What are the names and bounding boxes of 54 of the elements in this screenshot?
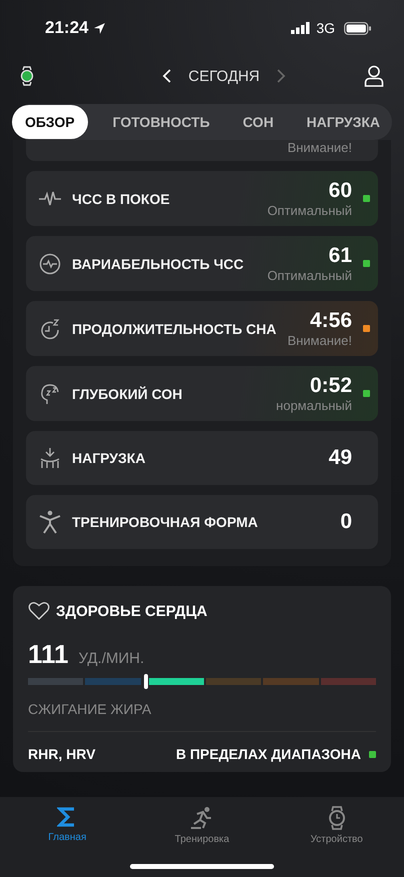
- sleep-clock-icon: [38, 318, 62, 340]
- metric-status: Оптимальный: [267, 203, 352, 218]
- signal-icon: [291, 22, 312, 34]
- load-arrow-icon: [38, 447, 62, 469]
- tab[interactable]: ОБЗОР: [12, 105, 88, 139]
- heart-title: ЗДОРОВЬЕ СЕРДЦА: [56, 602, 208, 620]
- watch-icon[interactable]: [20, 66, 34, 86]
- metric-title: ГЛУБОКИЙ СОН: [72, 384, 184, 402]
- heart-icon: [28, 601, 50, 621]
- metric-title: ЧСС В ПОКОЕ: [72, 190, 171, 208]
- metric-card[interactable]: ГЛУБОКИЙ СОН 0:52 нормальный: [26, 366, 378, 421]
- metric-card[interactable]: Внимание!: [26, 140, 378, 161]
- heart-rate-unit: УД./МИН.: [78, 650, 144, 667]
- metric-value: 61: [328, 244, 352, 268]
- metric-title: ВАРИАБЕЛЬНОСТЬ ЧСС: [72, 254, 245, 272]
- metric-value: 60: [328, 179, 352, 203]
- metric-card[interactable]: ЧСС В ПОКОЕ 60 Оптимальный: [26, 171, 378, 226]
- watch-icon: [328, 806, 346, 830]
- nav-item[interactable]: Устройство: [282, 805, 392, 846]
- date-title: СЕГОДНЯ: [188, 68, 260, 84]
- metric-status: Внимание!: [287, 333, 352, 348]
- metric-card[interactable]: ВАРИАБЕЛЬНОСТЬ ЧСС 61 Оптимальный: [26, 236, 378, 291]
- previous-day-icon[interactable]: [162, 68, 172, 84]
- nav-item[interactable]: Главная: [12, 805, 122, 844]
- status-time: 21:24: [45, 18, 88, 38]
- metric-status: нормальный: [276, 398, 352, 413]
- tab[interactable]: ГОТОВНОСТЬ: [104, 106, 218, 138]
- next-day-icon[interactable]: [276, 68, 286, 84]
- metric-value: 0:52: [310, 374, 352, 398]
- battery-icon: [344, 22, 372, 34]
- heart-rate-value: 111: [28, 639, 69, 670]
- metric-card[interactable]: ПРОДОЛЖИТЕЛЬНОСТЬ СНА 4:56 Внимание!: [26, 301, 378, 356]
- metric-card[interactable]: НАГРУЗКА 49: [26, 431, 378, 485]
- network-type: 3G: [316, 20, 335, 36]
- metric-status: Внимание!: [287, 140, 352, 155]
- footer-status: В ПРЕДЕЛАХ ДИАПАЗОНА: [176, 746, 361, 762]
- location-arrow-icon: [93, 22, 106, 34]
- metric-title: НАГРУЗКА: [72, 449, 146, 467]
- metric-card[interactable]: ТРЕНИРОВОЧНАЯ ФОРМА 0: [26, 495, 378, 549]
- metric-value: 4:56: [310, 309, 352, 333]
- nav-item[interactable]: Тренировка: [146, 805, 257, 846]
- tab[interactable]: НАГРУЗКА: [298, 106, 388, 138]
- footer-label: RHR, HRV: [28, 746, 96, 762]
- heart-health-card[interactable]: ЗДОРОВЬЕ СЕРДЦА 111 УД./МИН. СЖИГАНИЕ ЖИРА RHR, HRV В ПРЕДЕЛАХ ДИАПАЗОНА: [13, 586, 391, 772]
- profile-icon[interactable]: [364, 65, 384, 87]
- figure-icon: [38, 510, 62, 534]
- metric-title: ПРОДОЛЖИТЕЛЬНОСТЬ СНА: [72, 320, 277, 338]
- metric-status: Оптимальный: [267, 268, 352, 283]
- metric-value: 0: [340, 510, 352, 534]
- metric-title: ТРЕНИРОВОЧНАЯ ФОРМА: [72, 513, 259, 531]
- tab[interactable]: СОН: [234, 106, 282, 138]
- heart-rate-circle-icon: [38, 252, 62, 274]
- metric-value: 49: [328, 446, 352, 470]
- zone-name: СЖИГАНИЕ ЖИРА: [28, 701, 376, 732]
